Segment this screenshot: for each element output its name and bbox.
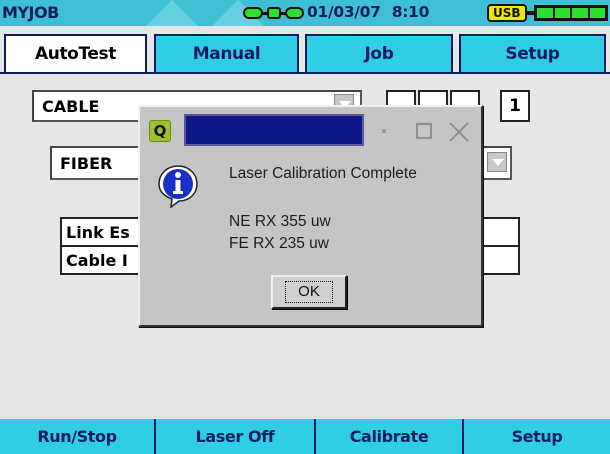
ok-button-label: OK xyxy=(285,281,333,303)
chevron-down-icon[interactable] xyxy=(487,152,507,172)
tester-screen: MYJOB 01/03/07 8:10 USB AutoTest Manual … xyxy=(0,0,610,454)
main-tabs: AutoTest Manual Job Setup xyxy=(0,34,610,72)
maximize-icon[interactable] xyxy=(416,123,432,139)
app-icon: Q xyxy=(149,120,171,142)
tab-setup[interactable]: Setup xyxy=(459,34,606,72)
digit-field-4[interactable]: 1 xyxy=(500,90,530,122)
tab-manual[interactable]: Manual xyxy=(154,34,299,72)
calibration-dialog: Q Laser Calibration Complete NE RX 355 u… xyxy=(138,105,483,327)
date-label: 01/03/07 xyxy=(307,3,381,21)
battery-icon xyxy=(534,5,608,21)
minimize-icon[interactable] xyxy=(382,129,386,133)
battery-cell xyxy=(537,8,553,18)
link-estimate-label: Link Es xyxy=(66,222,130,242)
time-label: 8:10 xyxy=(391,3,430,21)
cable-type-value: CABLE xyxy=(42,96,100,116)
status-bar: MYJOB 01/03/07 8:10 USB xyxy=(0,0,610,26)
usb-badge: USB xyxy=(487,4,527,22)
link-status-icon xyxy=(243,7,304,19)
fiber-type-value: FIBER xyxy=(60,153,113,173)
cable-info-label: Cable I xyxy=(66,250,128,270)
usb-connector-icon xyxy=(526,11,534,15)
fe-rx-reading: FE RX 235 uw xyxy=(229,235,329,252)
run-stop-button[interactable]: Run/Stop xyxy=(0,419,154,454)
battery-cell xyxy=(589,8,605,18)
dialog-title-field xyxy=(184,114,364,146)
info-icon xyxy=(158,165,198,208)
tabs-underline xyxy=(0,72,610,74)
battery-cell xyxy=(572,8,588,18)
laser-off-button[interactable]: Laser Off xyxy=(156,419,314,454)
dialog-message: Laser Calibration Complete xyxy=(229,165,417,182)
calibrate-button[interactable]: Calibrate xyxy=(316,419,462,454)
close-icon[interactable] xyxy=(447,120,471,144)
setup-button[interactable]: Setup xyxy=(464,419,610,454)
ne-rx-reading: NE RX 355 uw xyxy=(229,213,331,230)
status-bar-decoration xyxy=(146,0,198,26)
tab-job[interactable]: Job xyxy=(305,34,453,72)
tab-autotest[interactable]: AutoTest xyxy=(4,34,147,72)
date-time: 01/03/07 8:10 xyxy=(307,3,429,21)
function-key-bar: Run/Stop Laser Off Calibrate Setup xyxy=(0,419,610,454)
job-title: MYJOB xyxy=(2,3,59,22)
dialog-titlebar: Q xyxy=(144,111,479,146)
ok-button[interactable]: OK xyxy=(271,275,347,309)
battery-cell xyxy=(554,8,570,18)
